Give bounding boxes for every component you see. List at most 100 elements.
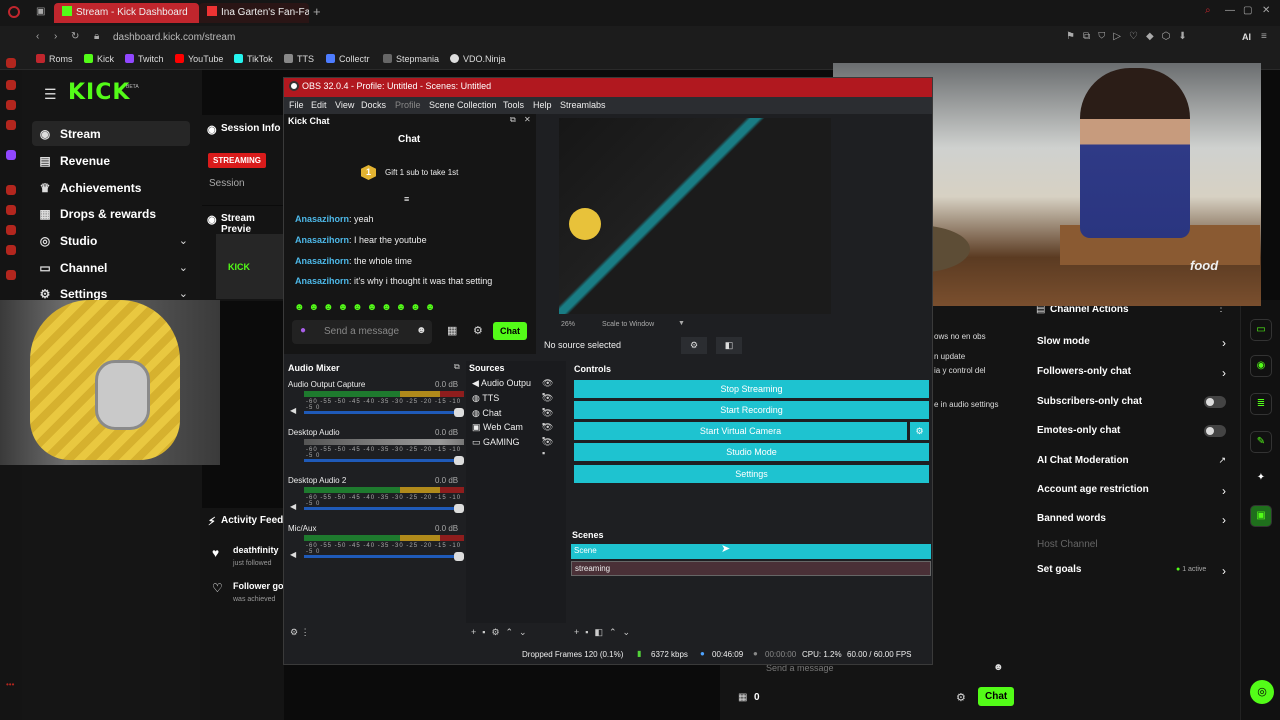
volume-slider-knob[interactable] <box>454 408 464 417</box>
rail-icon-instagram[interactable] <box>6 80 16 90</box>
zoom-level[interactable]: 26% <box>561 321 575 328</box>
rail-icon-downloads[interactable] <box>6 245 16 255</box>
chevron-down-icon[interactable]: ⌄ <box>179 287 188 300</box>
hamburger-menu-icon[interactable]: ☰ <box>44 86 57 103</box>
nav-studio[interactable]: ◎ Studio <box>38 234 98 248</box>
rail-icon-settings[interactable] <box>6 270 16 280</box>
maximize-icon[interactable]: ▢ <box>1243 5 1252 16</box>
support-icon[interactable]: ◎ <box>1250 680 1274 704</box>
settings-button[interactable]: Settings <box>574 465 929 483</box>
action-host-channel[interactable]: Host Channel <box>1030 539 1240 557</box>
store-icon[interactable]: ▦ <box>738 692 747 703</box>
dock-float-icon[interactable]: ⧉ <box>510 115 516 125</box>
emote-bar[interactable]: ☻☻☻☻☻☻☻☻☻☻ <box>294 302 439 313</box>
source-item[interactable]: ◍ TTS 👁︎▪ <box>472 393 553 414</box>
start-recording-button[interactable]: Start Recording <box>574 401 929 419</box>
tab-kick-dashboard[interactable]: Stream - Kick Dashboard <box>54 3 199 23</box>
emoji-icon[interactable]: ☻ <box>416 325 427 336</box>
volume-slider-knob[interactable] <box>454 552 464 561</box>
nav-stream[interactable]: ◉ Stream <box>38 127 101 141</box>
menu-docks[interactable]: Docks <box>361 100 386 110</box>
source-item[interactable]: ▣ Web Cam 👁︎▪ <box>472 422 553 443</box>
nav-channel[interactable]: ▭ Channel <box>38 261 107 275</box>
rail-icon-twitch[interactable] <box>6 150 16 160</box>
action-ai-moderation[interactable]: AI Chat Moderation ↗ <box>1030 455 1240 473</box>
speaker-icon[interactable]: ◀ <box>290 502 296 511</box>
source-item[interactable]: ▭ GAMING 👁︎▪ <box>472 437 553 458</box>
action-emotes-only[interactable]: Emotes-only chat <box>1030 425 1240 443</box>
search-icon[interactable]: ⌕ <box>1205 5 1211 16</box>
scenes-toolbar-icons[interactable]: +▪◧⌃⌄ <box>574 627 636 638</box>
menu-scene-collection[interactable]: Scene Collection <box>429 100 497 110</box>
nav-settings[interactable]: ⚙ Settings <box>38 287 108 301</box>
bookmark-twitch[interactable]: Twitch <box>125 54 164 64</box>
action-subscribers-only[interactable]: Subscribers-only chat <box>1030 396 1240 414</box>
menu-streamlabs[interactable]: Streamlabs <box>560 100 606 110</box>
stream-preview-thumbnail[interactable]: KICK <box>216 234 284 299</box>
scene-item[interactable]: streaming <box>571 561 931 576</box>
scale-dropdown-icon[interactable]: ▼ <box>678 320 685 327</box>
chat-bubble-icon[interactable]: ▭ <box>1250 319 1272 341</box>
volume-slider-knob[interactable] <box>454 456 464 465</box>
bookmark-youtube[interactable]: YouTube <box>175 54 223 64</box>
chat-settings-icon[interactable]: ⚙ <box>473 324 483 337</box>
source-item[interactable]: ◀ Audio Outpu 👁︎▪ <box>472 378 553 399</box>
nav-revenue[interactable]: ▤ Revenue <box>38 154 110 168</box>
rail-icon-whatsapp[interactable] <box>6 100 16 110</box>
obs-preview[interactable] <box>559 118 831 314</box>
store-icon[interactable]: ▦ <box>447 324 457 337</box>
dock-float-icon[interactable]: ⧉ <box>454 362 460 372</box>
scene-item-selected[interactable]: Scene <box>571 544 931 559</box>
bookmark-tts[interactable]: TTS <box>284 54 314 64</box>
menu-view[interactable]: View <box>335 100 354 110</box>
source-properties-icon[interactable]: ⚙ <box>681 337 707 354</box>
mixer-advanced-icon[interactable]: ⚙ ⋮ <box>290 627 310 638</box>
volume-slider[interactable] <box>304 552 464 561</box>
obs-chat-send-button[interactable]: Chat <box>493 322 527 340</box>
bookmark-kick[interactable]: Kick <box>84 54 114 64</box>
kick-chat-send-button[interactable]: Chat <box>978 687 1015 706</box>
volume-slider[interactable] <box>304 504 464 513</box>
close-window-icon[interactable]: ✕ <box>1262 5 1270 16</box>
volume-slider-knob[interactable] <box>454 504 464 513</box>
opera-logo-icon[interactable] <box>8 6 20 18</box>
rail-icon-x[interactable] <box>6 120 16 130</box>
speaker-icon[interactable]: ◀ <box>290 406 296 415</box>
sources-toolbar-icons[interactable]: +▪⚙⌃⌄ <box>471 627 533 638</box>
back-icon[interactable]: ‹ <box>36 31 39 42</box>
clapper-icon[interactable]: ▣ <box>1250 505 1272 527</box>
dock-close-icon[interactable]: ✕ <box>524 115 531 124</box>
new-tab-icon[interactable]: + <box>313 4 321 19</box>
pinned-toggle-icon[interactable]: ≡ <box>404 194 409 204</box>
rail-more-icon[interactable]: ••• <box>6 680 14 689</box>
forward-icon[interactable]: › <box>54 31 57 42</box>
wrench-icon[interactable]: ✎ <box>1250 431 1272 453</box>
nav-drops-rewards[interactable]: ▦ Drops & rewards <box>38 207 156 221</box>
emotes-only-toggle[interactable] <box>1204 425 1226 437</box>
menu-icon[interactable]: ≡ <box>1261 31 1267 42</box>
subscribers-only-toggle[interactable] <box>1204 396 1226 408</box>
action-slow-mode[interactable]: Slow mode › <box>1030 336 1240 354</box>
speaker-icon[interactable]: ◀ <box>290 550 296 559</box>
bookmark-stepmania[interactable]: Stepmania <box>383 54 439 64</box>
source-filters-icon[interactable]: ◧ <box>716 337 742 354</box>
workspace-icon[interactable]: ▣ <box>36 6 45 17</box>
virtual-camera-settings-icon[interactable]: ⚙ <box>910 422 929 440</box>
bookmark-collectr[interactable]: Collectr <box>326 54 370 64</box>
menu-edit[interactable]: Edit <box>311 100 327 110</box>
source-item[interactable]: ◍ Chat 👁︎▪ <box>472 408 553 429</box>
mod-tools-icon[interactable]: ✦ <box>1250 468 1272 490</box>
ai-button[interactable]: AI <box>1242 32 1251 42</box>
menu-help[interactable]: Help <box>533 100 552 110</box>
broadcast-icon[interactable]: ◉ <box>1250 355 1272 377</box>
volume-slider[interactable] <box>304 408 464 417</box>
list-icon[interactable]: ≣ <box>1250 393 1272 415</box>
gift-sub-prompt[interactable]: Gift 1 sub to take 1st <box>385 168 458 177</box>
menu-file[interactable]: File <box>289 100 304 110</box>
scale-mode[interactable]: Scale to Window <box>602 321 654 328</box>
obs-chat-input[interactable]: Send a message <box>324 326 399 337</box>
bookmark-roms[interactable]: Roms <box>36 54 73 64</box>
bookmark-vdo-ninja[interactable]: VDO.Ninja <box>450 54 506 64</box>
bookmark-tiktok[interactable]: TikTok <box>234 54 273 64</box>
reload-icon[interactable]: ↻ <box>71 31 79 42</box>
